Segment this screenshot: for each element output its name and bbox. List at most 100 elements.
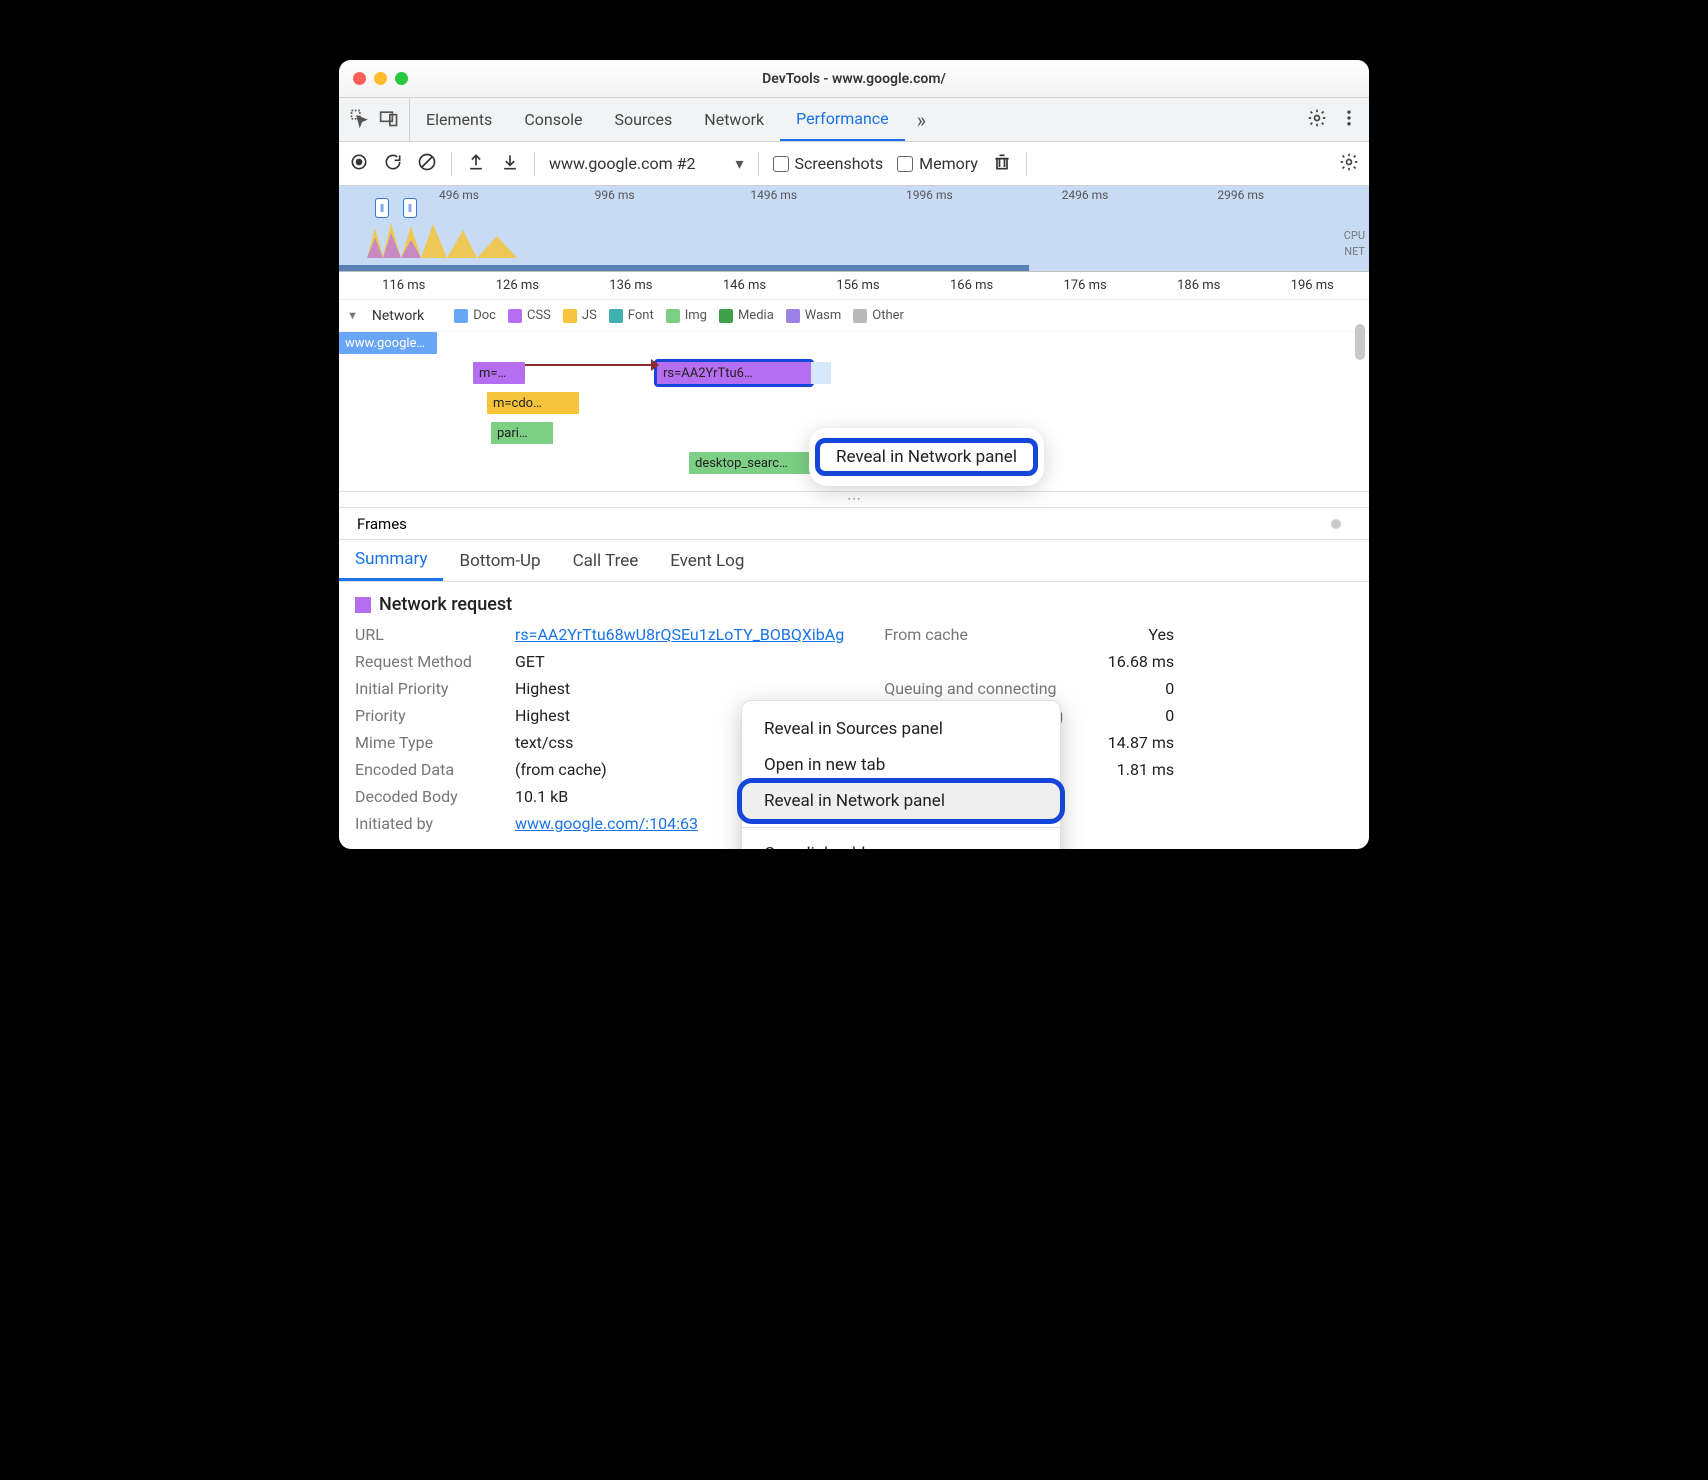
legend-swatch-icon <box>563 309 577 323</box>
ruler-tick: 196 ms <box>1256 278 1370 293</box>
tab-elements[interactable]: Elements <box>410 98 508 141</box>
detail-tab-calltree[interactable]: Call Tree <box>557 540 655 581</box>
context-menu-item[interactable]: Reveal in Sources panel <box>742 711 1060 747</box>
menu-separator <box>742 827 1060 828</box>
frames-label: Frames <box>357 515 407 533</box>
network-bar[interactable]: m=… <box>473 362 525 384</box>
overview-ticks: 496 ms 996 ms 1496 ms 1996 ms 2496 ms 29… <box>339 188 1369 202</box>
field-value: 14.87 ms <box>1094 733 1174 752</box>
legend-item: Other <box>853 308 904 323</box>
field-value: GET <box>515 652 844 671</box>
network-legend: Doc CSS JS Font Img Media Wasm Other <box>454 308 904 323</box>
close-window-button[interactable] <box>353 72 366 85</box>
ruler-tick: 166 ms <box>915 278 1029 293</box>
tick-label: 2996 ms <box>1213 188 1369 202</box>
ruler-tick: 156 ms <box>801 278 915 293</box>
tab-network[interactable]: Network <box>688 98 780 141</box>
window-controls <box>339 72 408 85</box>
arrowhead-icon <box>651 359 659 371</box>
devtools-window: DevTools - www.google.com/ Elements Cons… <box>339 60 1369 849</box>
field-value: Yes <box>1094 625 1174 644</box>
range-handle-left[interactable]: ‖ <box>375 198 389 218</box>
field-label: Encoded Data <box>355 760 505 779</box>
detail-tab-bottomup[interactable]: Bottom-Up <box>443 540 556 581</box>
minimize-window-button[interactable] <box>374 72 387 85</box>
tab-console[interactable]: Console <box>508 98 598 141</box>
context-menu-item[interactable]: Copy link address <box>742 836 1060 849</box>
reveal-tooltip[interactable]: Reveal in Network panel <box>809 428 1044 486</box>
chevron-down-icon: ▾ <box>735 154 743 173</box>
settings-icon[interactable] <box>1339 152 1359 176</box>
field-label: From cache <box>884 625 1084 644</box>
legend-label: Wasm <box>805 308 842 323</box>
tick-label: 1996 ms <box>902 188 1058 202</box>
ruler-tick: 186 ms <box>1142 278 1256 293</box>
detail-tab-summary[interactable]: Summary <box>339 540 443 581</box>
overview-minimap[interactable]: 496 ms 996 ms 1496 ms 1996 ms 2496 ms 29… <box>339 186 1369 272</box>
reload-icon[interactable] <box>383 152 403 176</box>
recording-select[interactable]: www.google.com #2 ▾ <box>549 154 744 173</box>
css-color-swatch-icon <box>355 597 371 613</box>
cpu-sparkline <box>367 218 517 258</box>
drag-handle[interactable]: ⋯ <box>339 492 1369 508</box>
perf-toolbar: www.google.com #2 ▾ Screenshots Memory <box>339 142 1369 186</box>
inspect-icon[interactable] <box>349 108 369 132</box>
url-link[interactable]: rs=AA2YrTtu68wU8rQSEu1zLoTY_BOBQXibAg <box>515 625 844 644</box>
more-tabs-icon[interactable]: » <box>905 98 938 141</box>
network-bar[interactable]: pari… <box>491 422 553 444</box>
network-section-header[interactable]: ▼ Network DocCSSJSFontImgMediaWasmOther <box>339 300 1369 332</box>
legend-swatch-icon <box>666 309 680 323</box>
range-handle-right[interactable]: ‖ <box>403 198 417 218</box>
legend-label: JS <box>582 308 597 323</box>
memory-label: Memory <box>919 154 978 173</box>
network-bar[interactable]: m=cdo… <box>487 392 579 414</box>
context-menu-item[interactable]: Open in new tab <box>742 747 1060 783</box>
gc-icon[interactable] <box>992 152 1012 176</box>
tick-label: 996 ms <box>591 188 747 202</box>
settings-icon[interactable] <box>1307 108 1327 132</box>
network-bar[interactable]: rs=AA2YrTtu6… <box>657 362 811 384</box>
legend-item: Doc <box>454 308 496 323</box>
scrollbar-thumb[interactable] <box>1355 324 1365 360</box>
overview-net-strip <box>339 265 1029 271</box>
kebab-menu-icon[interactable] <box>1339 108 1359 132</box>
record-icon[interactable] <box>349 152 369 176</box>
frames-section[interactable]: Frames <box>339 508 1369 540</box>
device-toggle-icon[interactable] <box>379 108 399 132</box>
field-value: 0 <box>1094 706 1174 725</box>
field-value: 0 <box>1094 679 1174 698</box>
titlebar: DevTools - www.google.com/ <box>339 60 1369 98</box>
legend-item: CSS <box>508 308 551 323</box>
legend-label: Other <box>872 308 904 323</box>
ruler-tick: 116 ms <box>347 278 461 293</box>
detail-tab-eventlog[interactable]: Event Log <box>654 540 760 581</box>
frames-indicator-icon <box>1331 519 1341 529</box>
checkbox-icon <box>773 156 789 172</box>
legend-label: Media <box>738 308 774 323</box>
context-menu: Reveal in Sources panelOpen in new tabRe… <box>741 700 1061 849</box>
tab-sources[interactable]: Sources <box>598 98 688 141</box>
checkbox-icon <box>897 156 913 172</box>
context-menu-item[interactable]: Reveal in Network panel <box>742 783 1060 819</box>
network-bar[interactable]: www.google… <box>339 332 437 354</box>
download-icon[interactable] <box>500 152 520 176</box>
field-label: Request Method <box>355 652 505 671</box>
legend-label: Doc <box>473 308 496 323</box>
legend-label: Font <box>628 308 654 323</box>
legend-swatch-icon <box>609 309 623 323</box>
memory-checkbox[interactable]: Memory <box>897 154 978 173</box>
network-section-label: Network <box>372 308 424 324</box>
zoom-window-button[interactable] <box>395 72 408 85</box>
legend-label: Img <box>685 308 707 323</box>
tab-performance[interactable]: Performance <box>780 98 905 141</box>
field-label: Queuing and connecting <box>884 679 1084 698</box>
screenshots-checkbox[interactable]: Screenshots <box>773 154 884 173</box>
field-label: Mime Type <box>355 733 505 752</box>
field-label: Initial Priority <box>355 679 505 698</box>
upload-icon[interactable] <box>466 152 486 176</box>
legend-item: Wasm <box>786 308 842 323</box>
legend-swatch-icon <box>508 309 522 323</box>
tick-label: 1496 ms <box>746 188 902 202</box>
clear-icon[interactable] <box>417 152 437 176</box>
legend-item: Img <box>666 308 707 323</box>
